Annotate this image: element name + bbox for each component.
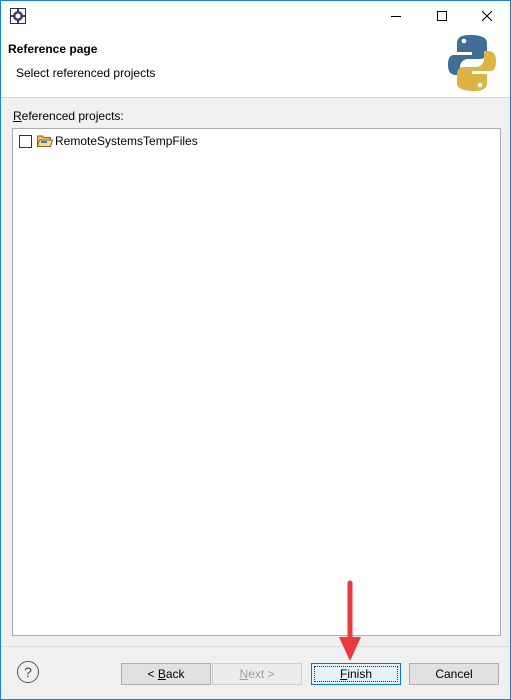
help-button[interactable]: ? <box>17 661 39 683</box>
back-button[interactable]: < Back <box>121 663 211 685</box>
page-description: Select referenced projects <box>16 66 156 80</box>
finish-accelerator: F <box>339 667 348 681</box>
label-text: eferenced projects: <box>21 109 124 123</box>
maximize-button[interactable] <box>419 1 465 31</box>
finish-button[interactable]: Finish <box>311 663 401 685</box>
back-text: ack <box>165 667 185 681</box>
dialog-window: Reference page Select referenced project… <box>0 0 511 700</box>
page-title: Reference page <box>8 42 98 56</box>
close-button[interactable] <box>464 1 510 31</box>
label-accelerator: R <box>13 109 22 123</box>
maximize-icon <box>437 11 447 21</box>
close-icon <box>482 11 492 21</box>
referenced-projects-list[interactable]: RemoteSystemsTempFiles <box>12 128 501 636</box>
footer-separator <box>1 646 510 647</box>
back-accelerator: B <box>157 667 166 681</box>
list-item[interactable]: RemoteSystemsTempFiles <box>19 133 198 149</box>
minimize-icon <box>391 16 401 17</box>
eclipse-gear-icon <box>10 8 26 24</box>
project-checkbox[interactable] <box>19 134 32 148</box>
minimize-button[interactable] <box>373 1 419 31</box>
wizard-header: Reference page Select referenced project… <box>1 31 510 98</box>
cancel-text: Cancel <box>435 667 473 681</box>
title-bar[interactable] <box>1 1 510 31</box>
next-button[interactable]: Next > <box>212 663 302 685</box>
python-logo <box>448 35 496 91</box>
referenced-projects-label: Referenced projects: <box>13 109 124 123</box>
finish-text: inish <box>347 667 373 681</box>
red-arrow-annotation <box>339 580 361 661</box>
open-folder-icon <box>37 135 53 147</box>
help-icon: ? <box>24 664 32 680</box>
next-text: ext > <box>248 667 275 681</box>
project-name: RemoteSystemsTempFiles <box>55 134 198 148</box>
back-prefix: < <box>147 667 158 681</box>
cancel-button[interactable]: Cancel <box>409 663 499 685</box>
next-accelerator: N <box>239 667 249 681</box>
